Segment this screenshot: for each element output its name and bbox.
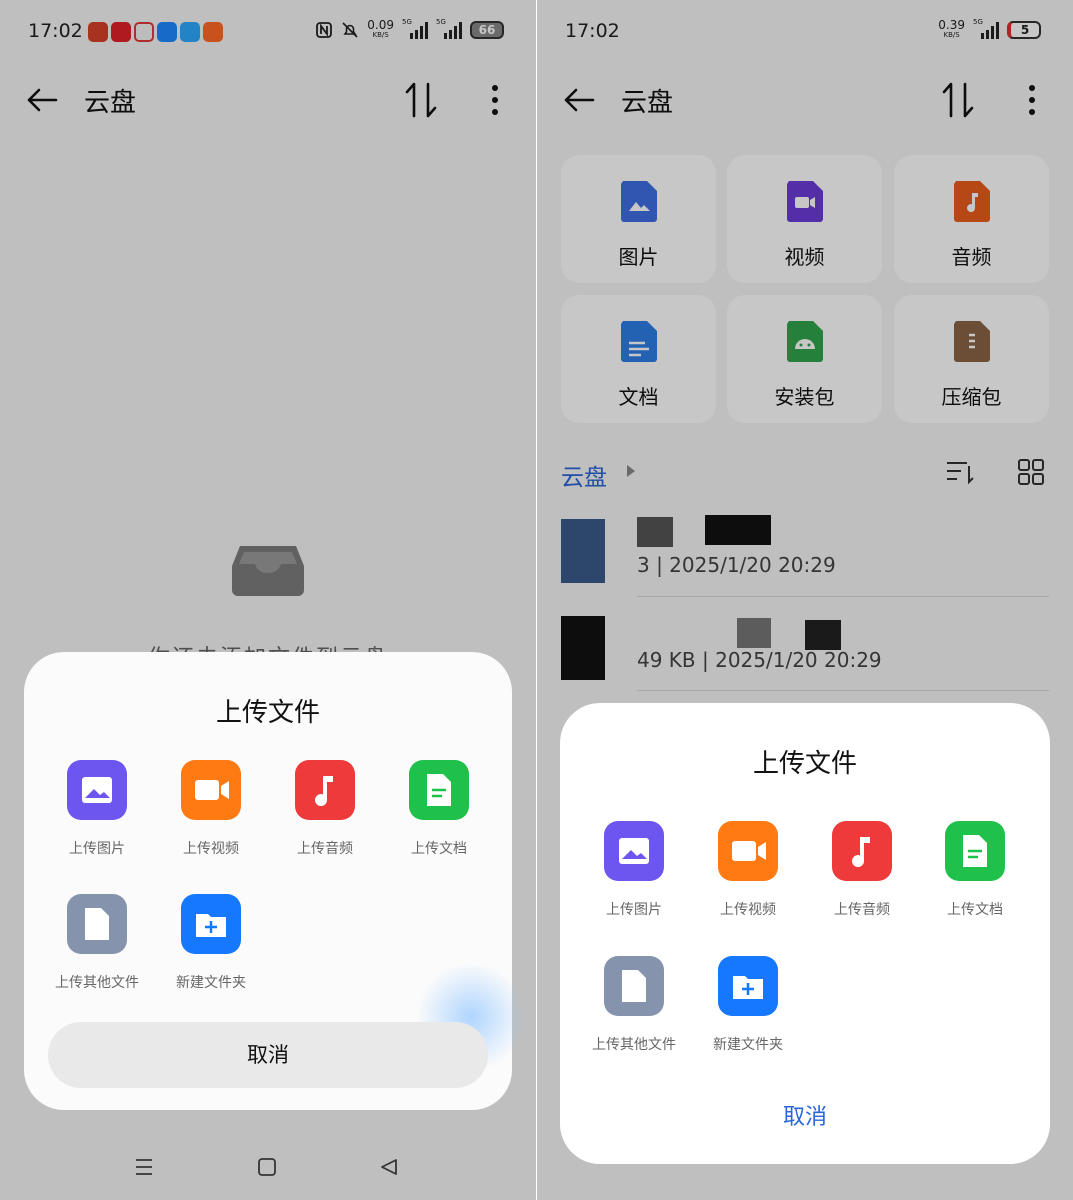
sheet-title: 上传文件 [752,749,857,779]
image-upload-icon [67,760,127,820]
upload-label: 上传视频 [720,902,776,918]
left-screen: 17:02 0.09KB/S 5G 5G 66 云盘 你还未添加文件到云盘 [0,0,536,1200]
sheet-title: 上传文件 [215,698,320,728]
upload-other-file-button[interactable]: 上传其他文件 [579,956,689,1054]
new-folder-icon [718,956,778,1016]
upload-label: 上传视频 [183,841,239,857]
upload-video-button[interactable]: 上传视频 [156,760,266,858]
upload-video-button[interactable]: 上传视频 [693,821,803,919]
upload-document-button[interactable]: 上传文档 [384,760,494,858]
upload-audio-button[interactable]: 上传音频 [807,821,917,919]
upload-label: 上传图片 [69,841,125,857]
file-upload-icon [67,894,127,954]
document-upload-icon [945,821,1005,881]
upload-label: 上传图片 [606,902,662,918]
right-screen: 17:02 0.39 KB/S 5G 5 云盘 图片 视频 音频 文档 安装包 压… [537,0,1073,1200]
video-upload-icon [181,760,241,820]
upload-label: 新建文件夹 [713,1037,783,1053]
upload-label: 上传其他文件 [592,1037,676,1053]
upload-label: 新建文件夹 [176,975,246,991]
upload-sheet: 上传文件 上传图片 上传视频 上传音频 上传文档 上传其他文件 新建文件夹 取消 [24,652,526,1110]
upload-other-file-button[interactable]: 上传其他文件 [42,894,152,992]
upload-label: 上传其他文件 [55,975,139,991]
upload-image-button[interactable]: 上传图片 [579,821,689,919]
image-upload-icon [604,821,664,881]
upload-label: 上传音频 [297,841,353,857]
upload-document-button[interactable]: 上传文档 [920,821,1030,919]
file-upload-icon [604,956,664,1016]
cancel-button[interactable]: 取消 [48,1022,488,1088]
new-folder-button[interactable]: 新建文件夹 [693,956,803,1054]
document-upload-icon [409,760,469,820]
upload-label: 上传音频 [834,902,890,918]
audio-upload-icon [832,821,892,881]
audio-upload-icon [295,760,355,820]
cancel-button[interactable]: 取消 [560,1099,1050,1131]
new-folder-icon [181,894,241,954]
video-upload-icon [718,821,778,881]
upload-label: 上传文档 [411,841,467,857]
upload-label: 上传文档 [947,902,1003,918]
upload-sheet: 上传文件 上传图片 上传视频 上传音频 上传文档 上传其他文件 新建文件夹 取消 [560,703,1050,1164]
upload-audio-button[interactable]: 上传音频 [270,760,380,858]
upload-image-button[interactable]: 上传图片 [42,760,152,858]
new-folder-button[interactable]: 新建文件夹 [156,894,266,992]
